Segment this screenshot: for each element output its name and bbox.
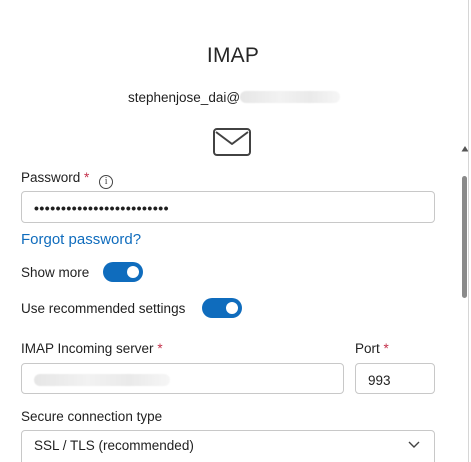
incoming-server-field[interactable] bbox=[21, 363, 344, 394]
required-mark: * bbox=[157, 341, 163, 356]
vertical-scrollbar[interactable] bbox=[459, 0, 471, 462]
incoming-server-label-text: IMAP Incoming server bbox=[21, 341, 154, 356]
scrollbar-thumb[interactable] bbox=[462, 176, 467, 298]
toggle-knob bbox=[226, 302, 238, 314]
toggle-knob bbox=[127, 266, 139, 278]
password-field[interactable]: ••••••••••••••••••••••••• bbox=[21, 191, 435, 223]
secure-connection-label: Secure connection type bbox=[21, 409, 163, 424]
dialog-title: IMAP bbox=[206, 44, 260, 67]
port-label: Port * bbox=[355, 341, 389, 356]
port-field[interactable]: 993 bbox=[355, 363, 435, 394]
show-more-label: Show more bbox=[21, 265, 90, 280]
port-label-text: Port bbox=[355, 341, 380, 356]
use-recommended-label: Use recommended settings bbox=[21, 301, 186, 316]
password-label-text: Password bbox=[21, 170, 81, 185]
panel-edge-divider bbox=[468, 0, 469, 462]
info-icon[interactable]: i bbox=[99, 175, 114, 189]
show-more-toggle[interactable] bbox=[103, 262, 143, 282]
account-email-text: stephenjose_dai@ bbox=[128, 89, 241, 105]
account-email: stephenjose_dai@ bbox=[128, 89, 341, 105]
incoming-server-label: IMAP Incoming server * bbox=[21, 341, 163, 356]
password-label: Password * i bbox=[21, 170, 114, 189]
port-value: 993 bbox=[368, 373, 391, 388]
use-recommended-toggle[interactable] bbox=[202, 298, 242, 318]
redacted-email-domain bbox=[240, 91, 341, 103]
secure-connection-value: SSL / TLS (recommended) bbox=[34, 438, 194, 453]
chevron-down-icon bbox=[408, 441, 420, 448]
redacted-server-value bbox=[34, 374, 170, 386]
password-value: ••••••••••••••••••••••••• bbox=[34, 200, 170, 216]
required-mark: * bbox=[84, 170, 90, 185]
forgot-password-link[interactable]: Forgot password? bbox=[21, 231, 141, 248]
required-mark: * bbox=[383, 341, 389, 356]
mail-envelope-icon bbox=[213, 128, 251, 156]
secure-connection-select[interactable]: SSL / TLS (recommended) bbox=[21, 430, 435, 462]
